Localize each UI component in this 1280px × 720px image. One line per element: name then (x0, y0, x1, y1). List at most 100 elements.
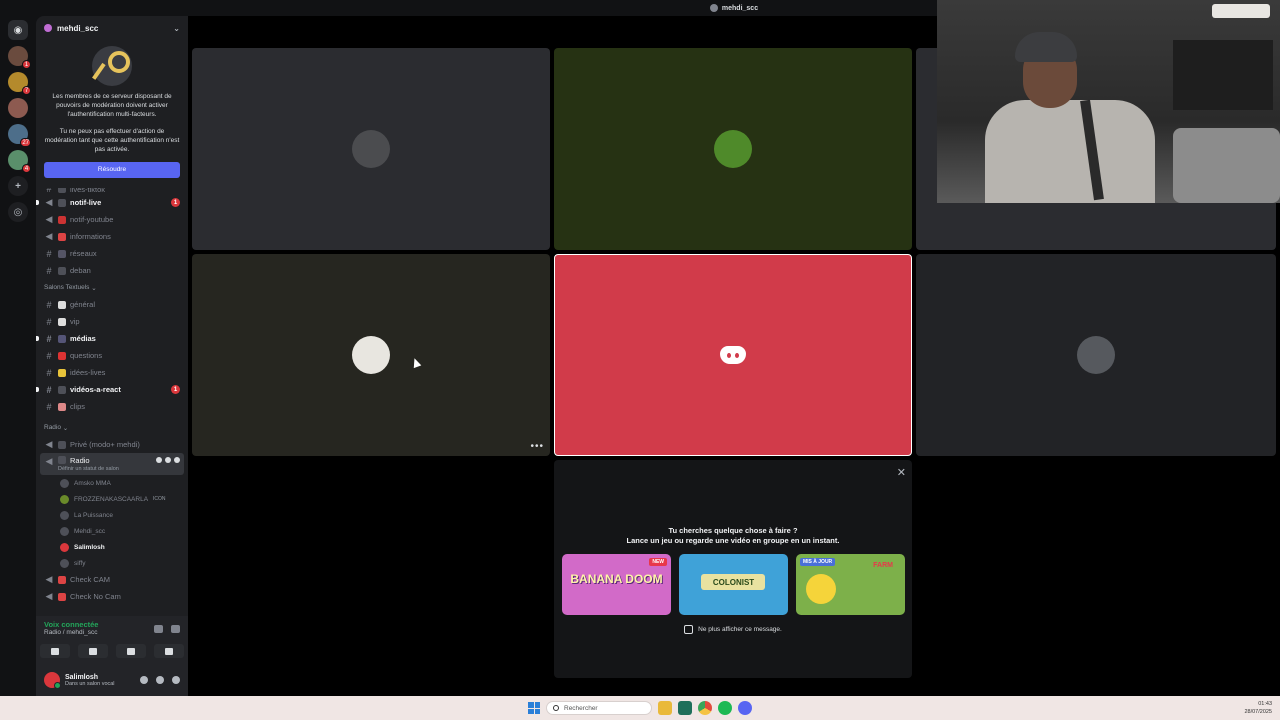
add-server-icon[interactable]: + (8, 176, 28, 196)
window-title: mehdi_scc (721, 4, 759, 12)
channel-emoji-icon (58, 440, 66, 449)
megaphone-icon: ◀ (45, 231, 53, 241)
voice-user-self[interactable]: Salimlosh (36, 539, 188, 555)
voice-user[interactable]: siffy (36, 555, 188, 571)
soundboard-button[interactable] (154, 644, 184, 658)
channel-emoji-icon (58, 368, 66, 377)
voice-user[interactable]: Mehdi_scc (36, 523, 188, 539)
chrome-icon[interactable] (698, 701, 712, 715)
invite-icon[interactable] (165, 457, 171, 463)
taskbar-search[interactable]: Rechercher (546, 701, 652, 715)
channel-item-videos-a-react[interactable]: # vidéos-a-react 1 (36, 381, 188, 398)
discord-home-icon[interactable]: ◉ (8, 20, 28, 40)
file-explorer-icon[interactable] (658, 701, 672, 715)
mention-badge: 4 (22, 164, 31, 173)
microphone-icon[interactable] (140, 676, 148, 684)
voice-channel-prive[interactable]: ◀ Privé (modo+ mehdi) (36, 436, 188, 453)
user-info[interactable]: Salimlosh Dans un salon vocal (65, 674, 115, 687)
activity-card-label: FARM (873, 562, 893, 569)
gear-icon[interactable] (174, 457, 180, 463)
voice-channel-check-cam[interactable]: ◀ Check CAM (36, 571, 188, 588)
streamer-body (985, 100, 1155, 203)
voice-user[interactable]: La Puissance (36, 507, 188, 523)
more-options-icon[interactable]: ••• (530, 441, 544, 452)
channel-label: clips (70, 402, 86, 411)
avatar[interactable] (44, 672, 61, 689)
avatar (1077, 336, 1115, 374)
server-icon[interactable]: 27 (8, 124, 31, 147)
terminal-icon[interactable] (678, 701, 692, 715)
spotify-icon[interactable] (718, 701, 732, 715)
activity-card-farm[interactable]: MIS À JOUR FARM (796, 554, 905, 615)
category-salons-textuels[interactable]: Salons Textuels ⌄ (36, 279, 188, 296)
webcam-overlay (937, 0, 1280, 203)
signal-icon[interactable] (154, 625, 163, 633)
voice-user[interactable]: Amsko MMA (36, 475, 188, 491)
windows-start-icon[interactable] (528, 702, 540, 714)
activity-cards: NEW BANANA DOOM COLONIST MIS À JOUR FARM (562, 554, 905, 615)
screen-share-button[interactable] (78, 644, 108, 658)
channel-label: réseaux (70, 249, 97, 258)
channel-item-questions[interactable]: # questions (36, 347, 188, 364)
discord-icon[interactable] (738, 701, 752, 715)
channel-label: informations (70, 232, 111, 241)
camera-button[interactable] (40, 644, 70, 658)
user-name: Salimlosh (65, 673, 99, 681)
close-icon[interactable]: ✕ (897, 466, 906, 479)
participant-tile[interactable]: ••• (192, 254, 550, 456)
channel-list: # lives-tiktok ◀ notif-live 1 ◀ notif-youtub… (36, 188, 188, 612)
channel-item-deban[interactable]: # deban (36, 262, 188, 279)
speaker-icon: ◀ (45, 574, 53, 584)
participant-tile[interactable] (554, 48, 912, 250)
megaphone-icon: ◀ (45, 197, 53, 207)
server-icon[interactable]: 7 (8, 72, 31, 95)
gear-icon[interactable] (172, 676, 180, 684)
activity-title-line1: Tu cherches quelque chose à faire ? (668, 526, 798, 535)
dont-show-checkbox[interactable] (684, 625, 694, 634)
channel-emoji-icon (58, 232, 66, 241)
channel-item-vip[interactable]: # vip (36, 313, 188, 330)
hash-icon: # (46, 384, 52, 395)
voice-channel-check-no-cam[interactable]: ◀ Check No Cam (36, 588, 188, 605)
channel-label: questions (70, 351, 103, 360)
voice-user[interactable]: FROZZENAKASCAARLA ICON (36, 491, 188, 507)
channel-item-clips[interactable]: # clips (36, 398, 188, 415)
participant-tile-speaking[interactable] (554, 254, 912, 456)
activity-card-colonist[interactable]: COLONIST (679, 554, 788, 615)
participant-tile[interactable] (192, 48, 550, 250)
avatar (60, 510, 69, 520)
category-radio[interactable]: Radio ⌄ (36, 419, 188, 436)
resolve-button[interactable]: Résoudre (44, 162, 180, 178)
system-clock[interactable]: 01:43 28/07/2025 (1244, 700, 1272, 716)
chat-icon[interactable] (156, 457, 162, 463)
channel-item-notif-live[interactable]: ◀ notif-live 1 (36, 194, 188, 211)
disconnect-icon[interactable] (171, 625, 180, 633)
dont-show-again[interactable]: Ne plus afficher ce message. (554, 625, 912, 634)
cap (1015, 32, 1077, 62)
server-header[interactable]: mehdi_scc ⌄ (36, 16, 188, 40)
activity-button[interactable] (116, 644, 146, 658)
channel-item-idees-lives[interactable]: # idées-lives (36, 364, 188, 381)
server-icon[interactable]: 1 (8, 46, 31, 69)
camera-off-icon (51, 647, 59, 655)
channel-item-informations[interactable]: ◀ informations (36, 228, 188, 245)
mfa-text: Les membres de ce serveur disposant de p… (52, 93, 172, 118)
participant-tile[interactable] (916, 254, 1276, 456)
explore-icon[interactable]: ◎ (8, 202, 28, 222)
headphones-icon[interactable] (156, 676, 164, 684)
channel-label: idées-lives (70, 368, 106, 377)
channel-item-notif-youtube[interactable]: ◀ notif-youtube (36, 211, 188, 228)
voice-user-name: Mehdi_scc (74, 527, 106, 535)
channel-status-hint[interactable]: Définir un statut de salon (58, 466, 119, 472)
avatar (352, 130, 390, 168)
sofa (1173, 128, 1280, 203)
activity-card-banana-doom[interactable]: NEW BANANA DOOM (562, 554, 671, 615)
server-icon[interactable] (8, 98, 28, 118)
chevron-down-icon[interactable]: ⌄ (173, 24, 180, 33)
server-icon-active[interactable]: 4 (8, 150, 31, 173)
channel-item-medias[interactable]: # médias (36, 330, 188, 347)
channel-item-general[interactable]: # général (36, 296, 188, 313)
avatar (60, 542, 69, 552)
channel-item-reseaux[interactable]: # réseaux (36, 245, 188, 262)
voice-channel-radio[interactable]: ◀ Radio Définir un statut de salon (40, 453, 184, 475)
